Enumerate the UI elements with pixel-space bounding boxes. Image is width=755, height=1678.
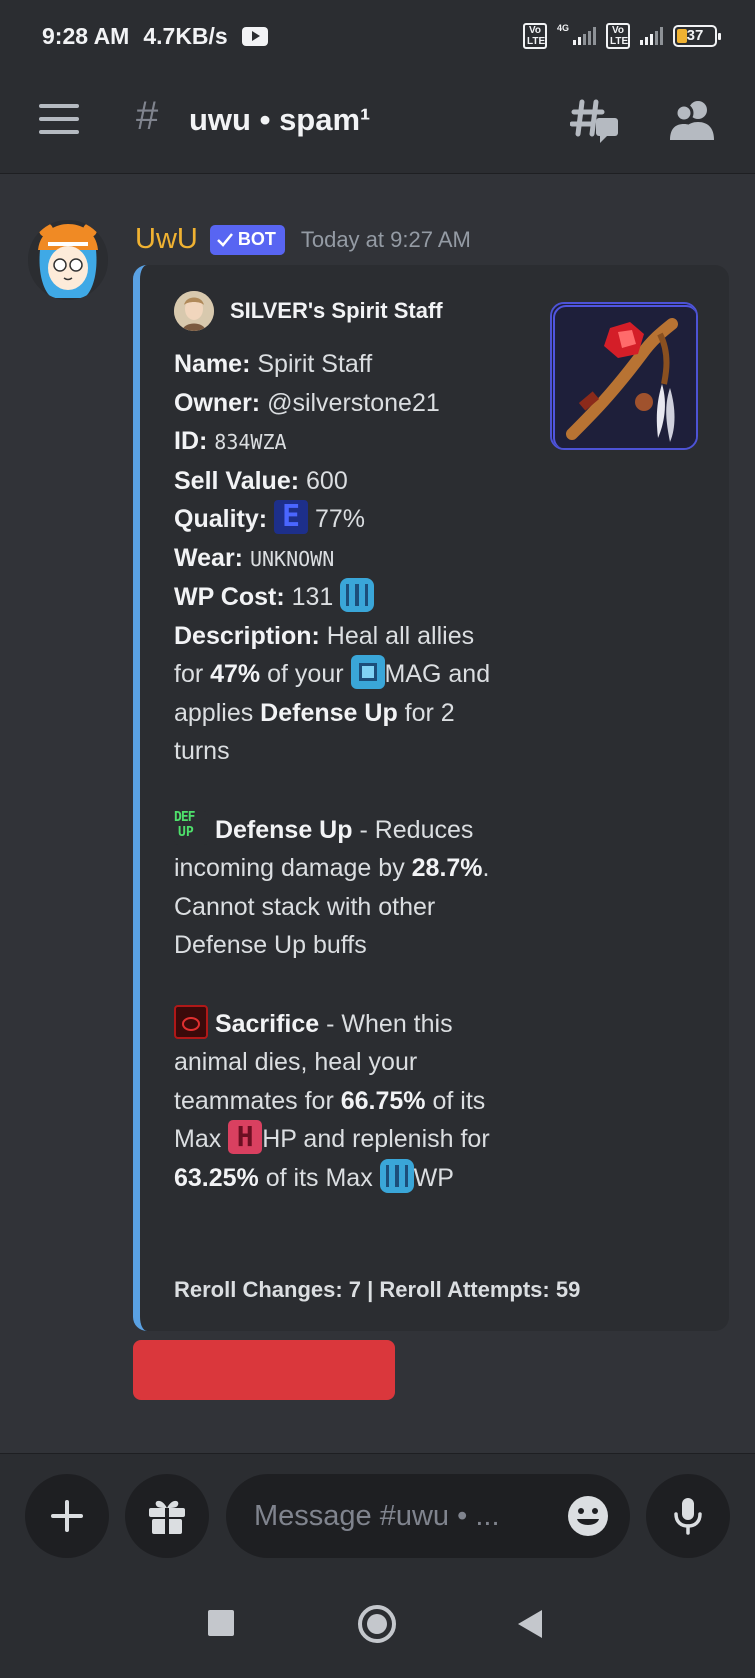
status-time: 9:28 AM <box>42 22 130 49</box>
channel-header: # uwu • spam¹ <box>0 72 755 174</box>
signal-icon <box>573 27 596 45</box>
plus-icon <box>51 1500 83 1532</box>
defense-up-percent: 28.7% <box>411 854 483 882</box>
owner-label: Owner: <box>174 388 261 417</box>
message-header: UwU BOT Today at 9:27 AM <box>135 223 471 256</box>
id-label: ID: <box>174 427 208 455</box>
name-label: Name: <box>174 350 251 378</box>
wp-icon <box>340 578 375 612</box>
system-navbar <box>0 1583 755 1678</box>
back-button[interactable] <box>518 1610 542 1638</box>
defense-up-title: Defense Up <box>214 815 353 844</box>
buff-name: Defense Up <box>260 698 398 727</box>
bot-tag: BOT <box>209 224 285 255</box>
weapon-embed: SILVER's Spirit Staff Name: Spirit Staff… <box>133 265 729 1331</box>
wp-label: WP Cost: <box>174 583 285 611</box>
emoji-icon[interactable] <box>566 1494 610 1538</box>
message-list[interactable]: UwU BOT Today at 9:27 AM SILVER's Spirit… <box>0 175 755 1453</box>
embed-author: SILVER's Spirit Staff <box>174 291 443 331</box>
network-speed: 4.7KB/s <box>143 22 228 49</box>
menu-icon[interactable] <box>39 104 79 134</box>
threads-icon[interactable] <box>570 96 620 146</box>
home-button[interactable] <box>358 1605 396 1643</box>
author-name[interactable]: UwU <box>135 223 198 256</box>
sacrifice-text: Sacrifice - When this animal dies, heal … <box>174 1004 504 1198</box>
sacrifice-wp-percent: 63.25% <box>174 1163 259 1192</box>
defense-up-icon <box>174 810 208 845</box>
message-input-wrapper[interactable] <box>226 1474 630 1558</box>
battery-icon: 37 <box>673 25 721 47</box>
description-part: of your <box>260 660 351 688</box>
voice-message-button[interactable] <box>646 1474 730 1558</box>
bot-tag-label: BOT <box>237 229 276 249</box>
recents-button[interactable] <box>208 1610 234 1636</box>
signal-icon-2 <box>640 27 663 45</box>
bot-avatar[interactable] <box>28 220 108 300</box>
description-text: Description: Heal all allies for 47% of … <box>174 617 504 771</box>
quality-label: Quality: <box>174 505 268 533</box>
description-label: Description: <box>174 621 320 650</box>
wear-value: UNKNOWN <box>249 546 335 571</box>
wp-icon <box>379 1158 414 1193</box>
network-type: 4G <box>556 23 569 33</box>
name-value: Spirit Staff <box>250 350 373 378</box>
mic-icon <box>674 1498 702 1535</box>
quality-epic-icon <box>274 500 309 534</box>
weapon-thumbnail[interactable] <box>550 302 698 450</box>
wear-label: Wear: <box>174 543 244 572</box>
id-value: 834WZA <box>214 430 287 454</box>
status-bar: 9:28 AM 4.7KB/s Vo LTE 4G Vo LTE 37 <box>0 0 755 72</box>
sacrifice-icon <box>174 1004 208 1039</box>
embed-author-name: SILVER's Spirit Staff <box>230 298 443 323</box>
attach-button[interactable] <box>25 1474 109 1558</box>
members-icon[interactable] <box>668 96 718 146</box>
avatar-image <box>28 220 108 300</box>
channel-name[interactable]: uwu • spam¹ <box>189 102 370 138</box>
gift-icon <box>149 1500 185 1534</box>
verified-check-icon <box>216 232 233 247</box>
sell-label: Sell Value: <box>174 466 300 495</box>
spirit-staff-image <box>552 304 696 448</box>
embed-footer: Reroll Changes: 7 | Reroll Attempts: 59 <box>174 1277 581 1302</box>
heal-percent: 47% <box>210 660 261 688</box>
defense-up-text: Defense Up - Reduces incoming damage by … <box>174 810 504 965</box>
volte-icon-2: Vo LTE <box>606 23 630 49</box>
sacrifice-part: WP <box>413 1163 454 1192</box>
message-input[interactable] <box>254 1499 544 1533</box>
youtube-notification-icon <box>241 26 268 46</box>
hp-icon <box>228 1120 263 1154</box>
gift-button[interactable] <box>125 1474 209 1558</box>
sell-value: 600 <box>299 466 348 495</box>
volte-icon: Vo LTE <box>522 23 547 49</box>
message-composer <box>0 1453 755 1583</box>
sacrifice-part: HP and replenish for <box>262 1125 490 1153</box>
channel-hash-icon: # <box>136 94 159 138</box>
sacrifice-title: Sacrifice <box>214 1009 320 1038</box>
battery-level: 37 <box>686 27 704 44</box>
wp-value: 131 <box>284 583 341 611</box>
owner-value[interactable]: @silverstone21 <box>260 389 440 417</box>
message-timestamp: Today at 9:27 AM <box>300 226 471 252</box>
sacrifice-heal-percent: 66.75% <box>340 1086 426 1115</box>
embed-description: Name: Spirit Staff Owner: @silverstone21… <box>174 345 504 1197</box>
mag-icon <box>350 655 385 689</box>
quality-value: 77% <box>308 505 366 533</box>
action-button[interactable] <box>133 1340 395 1400</box>
embed-author-icon <box>174 291 214 331</box>
sacrifice-part: of its Max <box>258 1163 380 1192</box>
